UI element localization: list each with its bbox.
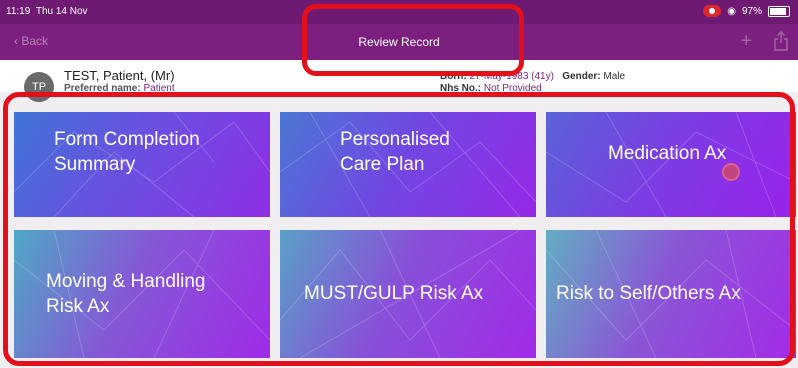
screen-record-icon (703, 5, 722, 17)
touch-cursor-icon (722, 163, 740, 181)
highlight-box-title (302, 4, 524, 76)
status-time: 11:19 Thu 14 Nov (6, 6, 88, 17)
status-right: ◉ 97% (703, 5, 790, 17)
date-text: Thu 14 Nov (35, 6, 88, 17)
highlight-box-grid (3, 92, 795, 366)
gender-label: Gender: (562, 71, 601, 82)
add-icon[interactable]: + (740, 30, 752, 53)
wifi-icon: ◉ (727, 5, 736, 17)
battery-icon (768, 5, 790, 17)
patient-name: TEST, Patient, (Mr) (64, 68, 175, 83)
share-icon[interactable] (774, 31, 788, 51)
time-text: 11:19 (6, 6, 31, 17)
gender-value: Male (603, 71, 626, 82)
battery-percent: 97% (741, 5, 762, 17)
